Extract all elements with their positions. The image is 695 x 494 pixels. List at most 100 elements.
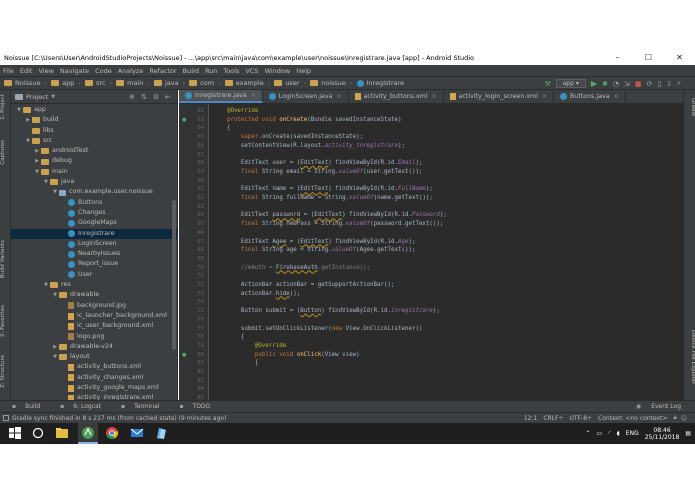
menu-vcs[interactable]: VCS [245,67,258,75]
tree-item[interactable]: ▶ build [11,115,177,125]
tree-item[interactable]: Report_issue [11,259,177,269]
clock[interactable]: 08:46 25/11/2018 [645,427,680,441]
tool-tab-1[interactable]: Captures [0,140,11,165]
tree-item[interactable]: ▶ debug [11,156,177,166]
line-separator[interactable]: CRLF÷ [543,415,563,422]
breadcrumb-item[interactable]: app › [51,79,81,87]
menu-analyze[interactable]: Analyze [118,67,144,75]
tree-item[interactable]: ▼ layout [11,352,177,362]
notifications-icon[interactable]: ▤ [685,430,691,437]
tree-item[interactable]: Changes [11,208,177,218]
override-marker-icon[interactable]: ● [182,352,186,358]
tree-item[interactable]: logo.png [11,332,177,342]
menu-edit[interactable]: Edit [20,67,33,75]
expanded-arrow-icon[interactable]: ▼ [51,290,59,300]
profile-icon[interactable]: ◔ [613,80,619,88]
volume-icon[interactable]: ◖ [617,430,620,437]
tree-item[interactable]: ▼ app [11,105,177,115]
breadcrumb-item[interactable]: Noissue › [4,79,47,87]
close-tab-icon[interactable]: × [614,93,619,100]
avd-manager-icon[interactable]: ▯ [657,80,661,88]
tree-item[interactable]: ic_user_background.xml [11,321,177,331]
tree-item[interactable]: ▼ res [11,280,177,290]
sync-gradle-icon[interactable]: ⟳ [646,80,652,88]
close-button[interactable]: ✕ [664,50,695,65]
override-marker-icon[interactable]: ● [182,117,186,123]
run-config-select[interactable]: app ▾ [555,79,586,88]
expanded-arrow-icon[interactable]: ▼ [42,177,50,187]
tree-item[interactable]: activity_buttons.xml [11,362,177,372]
context-indicator[interactable]: Context: <no context> [598,415,667,422]
wifi-icon[interactable]: ◜ [608,430,610,437]
right-tool-tab-1[interactable]: Device File Explorer [685,330,695,384]
tool-tab-0[interactable]: 1: Project [0,94,11,120]
dropdown-chevron-icon[interactable]: ▼ [51,94,55,100]
menu-run[interactable]: Run [205,67,217,75]
tool-tab-3[interactable]: 2: Favorites [0,305,11,337]
tool-tab-2[interactable]: Build Variants [0,240,11,278]
menu-code[interactable]: Code [95,67,112,75]
expanded-arrow-icon[interactable]: ▼ [15,105,23,115]
right-tool-tab-0[interactable]: Gradle [685,98,695,116]
tree-item[interactable]: activity_changes.xml [11,373,177,383]
bottom-tool-button[interactable]: ▪ Terminal [115,403,163,410]
gear-icon[interactable]: ⚙ [153,93,161,101]
tree-item[interactable]: Inregistrare [11,228,177,239]
lock-icon[interactable]: 🔒︎ [674,414,677,422]
tree-item[interactable]: ▼ main [11,167,177,177]
editor-tab[interactable]: activity_buttons.xml × [349,90,444,103]
tree-item[interactable]: ic_launcher_background.xml [11,311,177,321]
collapsed-arrow-icon[interactable]: ▶ [51,342,59,352]
menu-file[interactable]: File [3,67,14,75]
breadcrumb-item[interactable]: user › [274,79,306,87]
close-tab-icon[interactable]: × [432,93,437,100]
tree-item[interactable]: ▶ androidTest [11,146,177,156]
tool-tab-4[interactable]: Z: Structure [0,355,11,388]
tree-item[interactable]: LoginScreen [11,239,177,249]
chrome-icon[interactable] [105,426,119,440]
network-icon[interactable]: ▭ [597,430,603,437]
breadcrumb-item[interactable]: main › [116,79,150,87]
expanded-arrow-icon[interactable]: ▼ [51,352,59,362]
editor-tab[interactable]: LoginScreen.java × [263,90,349,103]
tree-item[interactable]: activity_google_maps.xml [11,383,177,393]
tree-item[interactable]: ▼ java [11,177,177,187]
menu-refactor[interactable]: Refactor [149,67,176,75]
collapsed-arrow-icon[interactable]: ▶ [24,115,32,125]
search-circle-icon[interactable] [31,426,45,440]
notes-app-icon[interactable] [154,426,168,440]
stop-icon[interactable]: ■ [635,80,642,88]
expanded-arrow-icon[interactable]: ▼ [42,280,50,290]
menu-build[interactable]: Build [183,67,199,75]
tree-item[interactable]: Buttons [11,198,177,208]
close-tab-icon[interactable]: × [542,93,547,100]
event-log-icon[interactable]: ◉ [636,403,641,410]
tree-item[interactable]: User [11,270,177,280]
breadcrumb-item[interactable]: src › [85,79,112,87]
bottom-tool-button[interactable]: ▪ TODO [173,403,214,410]
collapse-all-icon[interactable]: ⇅ [141,93,149,101]
expanded-arrow-icon[interactable]: ▼ [33,167,41,177]
collapsed-arrow-icon[interactable]: ▶ [33,156,41,166]
menu-tools[interactable]: Tools [223,67,239,75]
hide-panel-icon[interactable]: ⇤ [165,93,173,101]
tree-item[interactable]: ▼ drawable [11,290,177,300]
bottom-tool-button[interactable]: ▪ 6: Logcat [54,403,105,410]
close-tab-icon[interactable]: × [251,92,256,99]
status-square-icon[interactable] [3,415,9,421]
file-encoding[interactable]: UTF-8÷ [570,415,593,422]
breadcrumb-item[interactable]: example › [224,79,270,87]
menu-navigate[interactable]: Navigate [60,67,89,75]
tree-item[interactable]: libs [11,126,177,136]
windows-start-icon[interactable] [8,426,22,440]
sync-scroll-icon[interactable]: ⊕ [129,93,137,101]
maximize-button[interactable]: ☐ [633,50,664,65]
code-area[interactable]: @Override protected void onCreate(Bundle… [213,104,679,400]
menu-view[interactable]: View [38,67,53,75]
sdk-manager-icon[interactable]: ⇩ [666,80,672,88]
bottom-tool-button[interactable]: ▪ Build [6,403,44,410]
caret-position[interactable]: 12:1 [524,415,537,422]
project-tree-scrollbar[interactable] [172,200,176,350]
tree-item[interactable]: ▼ com.example.user.noissue [11,187,177,197]
expanded-arrow-icon[interactable]: ▼ [51,187,59,197]
